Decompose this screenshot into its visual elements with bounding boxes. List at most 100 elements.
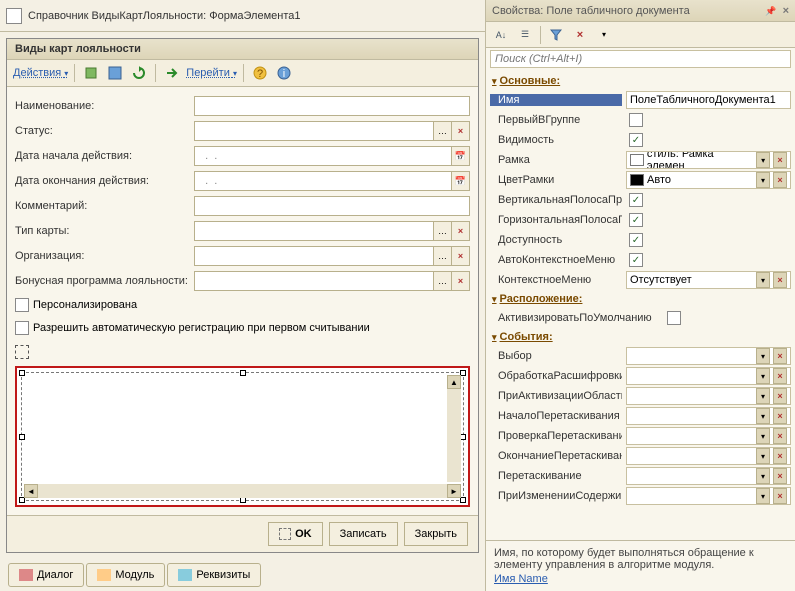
ctxmenu-dd-button[interactable]: ▾: [756, 272, 770, 288]
group-events[interactable]: ▾События:: [490, 328, 791, 346]
card-type-input[interactable]: [194, 221, 434, 241]
ev-change-x[interactable]: ×: [773, 488, 787, 504]
bonus-input[interactable]: [194, 271, 434, 291]
prop-vis-label[interactable]: Видимость: [490, 134, 622, 146]
collapse-icon[interactable]: ×: [569, 25, 591, 45]
prop-vscroll-label[interactable]: ВертикальнаяПолосаПро: [490, 194, 622, 206]
sort-cat-icon[interactable]: ☰: [514, 25, 536, 45]
save-icon[interactable]: [105, 63, 125, 83]
info-icon[interactable]: i: [274, 63, 294, 83]
bonus-clear-button[interactable]: ×: [452, 271, 470, 291]
group-main[interactable]: ▾Основные:: [490, 72, 791, 90]
allow-auto-checkbox[interactable]: [15, 321, 29, 335]
ev-dragcheck-x[interactable]: ×: [773, 428, 787, 444]
start-date-picker-button[interactable]: 📅: [452, 146, 470, 166]
hint-prop-link[interactable]: Имя Name: [494, 573, 787, 585]
prop-frame-value[interactable]: стиль: Рамка элемен▾×: [626, 151, 791, 169]
ev-dragcheck-value[interactable]: ▾×: [626, 427, 791, 445]
org-input[interactable]: [194, 246, 434, 266]
status-select-button[interactable]: …: [434, 121, 452, 141]
go-icon[interactable]: [162, 63, 182, 83]
ev-change-dd[interactable]: ▾: [756, 488, 770, 504]
org-clear-button[interactable]: ×: [452, 246, 470, 266]
ev-dragstart-x[interactable]: ×: [773, 408, 787, 424]
card-type-clear-button[interactable]: ×: [452, 221, 470, 241]
vscrollbar[interactable]: ▲: [447, 375, 461, 482]
tab-module[interactable]: Модуль: [86, 563, 165, 587]
prop-autoctx-label[interactable]: АвтоКонтекстноеМеню: [490, 254, 622, 266]
personalized-checkbox[interactable]: [15, 298, 29, 312]
prop-hscroll-label[interactable]: ГоризонтальнаяПолосаП: [490, 214, 622, 226]
actions-menu[interactable]: Действия ▾: [13, 67, 68, 79]
help-icon[interactable]: ?: [250, 63, 270, 83]
card-type-select-button[interactable]: …: [434, 221, 452, 241]
dropdown-icon[interactable]: ▾: [593, 25, 615, 45]
ev-activate-dd[interactable]: ▾: [756, 388, 770, 404]
ev-drag-value[interactable]: ▾×: [626, 467, 791, 485]
ev-choice-x[interactable]: ×: [773, 348, 787, 364]
filter-icon[interactable]: [545, 25, 567, 45]
prop-autoctx-checkbox[interactable]: ✓: [629, 253, 643, 267]
prop-ev-dragstart[interactable]: НачалоПеретаскивания: [490, 410, 622, 422]
pin-icon[interactable]: 📌: [765, 6, 776, 16]
prop-enabled-checkbox[interactable]: ✓: [629, 233, 643, 247]
ev-choice-dd[interactable]: ▾: [756, 348, 770, 364]
ev-drill-x[interactable]: ×: [773, 368, 787, 384]
status-input[interactable]: [194, 121, 434, 141]
ev-activate-value[interactable]: ▾×: [626, 387, 791, 405]
prop-first-checkbox[interactable]: [629, 113, 643, 127]
framecolor-dd-button[interactable]: ▾: [756, 172, 770, 188]
add-icon[interactable]: [81, 63, 101, 83]
org-select-button[interactable]: …: [434, 246, 452, 266]
close-button[interactable]: Закрыть: [404, 522, 468, 546]
comment-input[interactable]: [194, 196, 470, 216]
ev-choice-value[interactable]: ▾×: [626, 347, 791, 365]
end-date-picker-button[interactable]: 📅: [452, 171, 470, 191]
group-layout[interactable]: ▾Расположение:: [490, 290, 791, 308]
ev-dragend-x[interactable]: ×: [773, 448, 787, 464]
prop-ctxmenu-label[interactable]: КонтекстноеМеню: [490, 274, 622, 286]
name-input[interactable]: [194, 96, 470, 116]
ok-button[interactable]: OK: [268, 522, 323, 546]
prop-ev-choice[interactable]: Выбор: [490, 350, 622, 362]
prop-vis-checkbox[interactable]: ✓: [629, 133, 643, 147]
write-button[interactable]: Записать: [329, 522, 398, 546]
ev-drill-value[interactable]: ▾×: [626, 367, 791, 385]
close-panel-button[interactable]: ×: [783, 5, 789, 17]
ev-drill-dd[interactable]: ▾: [756, 368, 770, 384]
ev-dragcheck-dd[interactable]: ▾: [756, 428, 770, 444]
ev-dragend-value[interactable]: ▾×: [626, 447, 791, 465]
bonus-select-button[interactable]: …: [434, 271, 452, 291]
goto-menu[interactable]: Перейти ▾: [186, 67, 237, 79]
ev-dragend-dd[interactable]: ▾: [756, 448, 770, 464]
prop-ev-dragend[interactable]: ОкончаниеПеретаскиван: [490, 450, 622, 462]
prop-enabled-label[interactable]: Доступность: [490, 234, 622, 246]
ctxmenu-clear-button[interactable]: ×: [773, 272, 787, 288]
prop-framecolor-value[interactable]: Авто▾×: [626, 171, 791, 189]
ev-drag-x[interactable]: ×: [773, 468, 787, 484]
prop-ev-activate[interactable]: ПриАктивизацииОбласти: [490, 390, 622, 402]
prop-frame-label[interactable]: Рамка: [490, 154, 622, 166]
prop-ev-change[interactable]: ПриИзмененииСодержим: [490, 490, 622, 502]
ev-change-value[interactable]: ▾×: [626, 487, 791, 505]
table-field-selected[interactable]: ▲ ◄►: [15, 366, 470, 507]
tab-dialog[interactable]: Диалог: [8, 563, 84, 587]
prop-ev-dragcheck[interactable]: ПроверкаПеретаскивани: [490, 430, 622, 442]
end-date-input[interactable]: [194, 171, 452, 191]
prop-name-value[interactable]: ПолеТабличногоДокумента1: [626, 91, 791, 109]
sort-alpha-icon[interactable]: A↓: [490, 25, 512, 45]
ev-dragstart-dd[interactable]: ▾: [756, 408, 770, 424]
prop-ctxmenu-value[interactable]: Отсутствует▾×: [626, 271, 791, 289]
prop-ev-drag[interactable]: Перетаскивание: [490, 470, 622, 482]
hscrollbar[interactable]: ◄►: [24, 484, 461, 498]
prop-name-label[interactable]: Имя: [490, 94, 622, 106]
prop-hscroll-checkbox[interactable]: ✓: [629, 213, 643, 227]
prop-activate-label[interactable]: АктивизироватьПоУмолчанию: [490, 312, 660, 324]
ev-drag-dd[interactable]: ▾: [756, 468, 770, 484]
prop-ev-drill[interactable]: ОбработкаРасшифровки: [490, 370, 622, 382]
frame-dd-button[interactable]: ▾: [756, 152, 770, 168]
prop-first-label[interactable]: ПервыйВГруппе: [490, 114, 622, 126]
frame-clear-button[interactable]: ×: [773, 152, 787, 168]
tab-requisites[interactable]: Реквизиты: [167, 563, 261, 587]
framecolor-clear-button[interactable]: ×: [773, 172, 787, 188]
